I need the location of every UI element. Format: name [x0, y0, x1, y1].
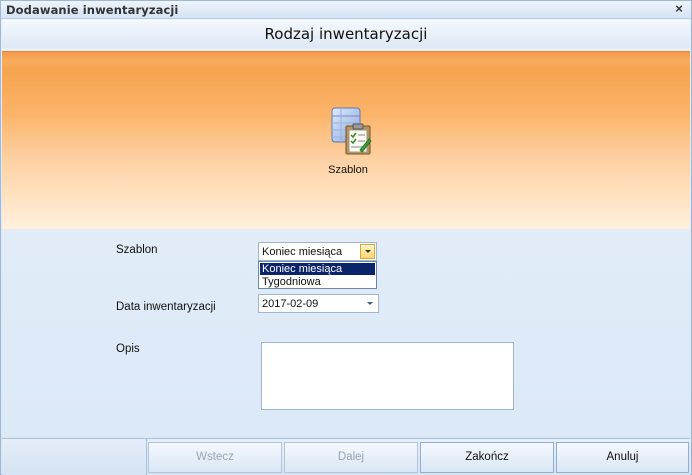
template-selection-panel: Szablon: [2, 51, 690, 229]
dialog-window: Dodawanie inwentaryzacji × Rodzaj inwent…: [0, 0, 692, 475]
template-combobox[interactable]: Koniec miesiąca: [258, 242, 377, 261]
next-button[interactable]: Dalej: [284, 442, 418, 473]
finish-button[interactable]: Zakończ: [420, 442, 554, 473]
page-title: Rodzaj inwentaryzacji: [264, 25, 428, 43]
back-button[interactable]: Wstecz: [148, 442, 282, 473]
dropdown-option-weekly[interactable]: Tygodniowa: [260, 276, 375, 288]
template-label: Szablon: [116, 244, 158, 256]
window-title: Dodawanie inwentaryzacji: [6, 3, 179, 17]
dropdown-option-end-of-month[interactable]: Koniec miesiąca: [260, 263, 375, 275]
date-picker[interactable]: 2017-02-09: [258, 294, 379, 313]
date-label: Data inwentaryzacji: [116, 301, 216, 313]
chevron-down-icon[interactable]: [360, 244, 375, 259]
close-icon[interactable]: ×: [672, 2, 686, 16]
description-textarea[interactable]: [261, 342, 514, 410]
template-tile-label: Szablon: [328, 164, 368, 176]
footer-divider: [146, 438, 147, 475]
template-dropdown-list: Koniec miesiąca Tygodniowa: [258, 261, 377, 289]
description-label: Opis: [116, 343, 140, 355]
template-checklist-icon: [331, 107, 372, 155]
wizard-header: Rodzaj inwentaryzacji: [2, 20, 690, 48]
chevron-down-icon[interactable]: [363, 297, 376, 310]
template-combobox-value: Koniec miesiąca: [262, 246, 343, 258]
template-tile[interactable]: Szablon: [313, 106, 383, 182]
date-value: 2017-02-09: [262, 298, 319, 310]
title-bar[interactable]: Dodawanie inwentaryzacji ×: [1, 1, 691, 19]
cancel-button[interactable]: Anuluj: [556, 442, 689, 473]
